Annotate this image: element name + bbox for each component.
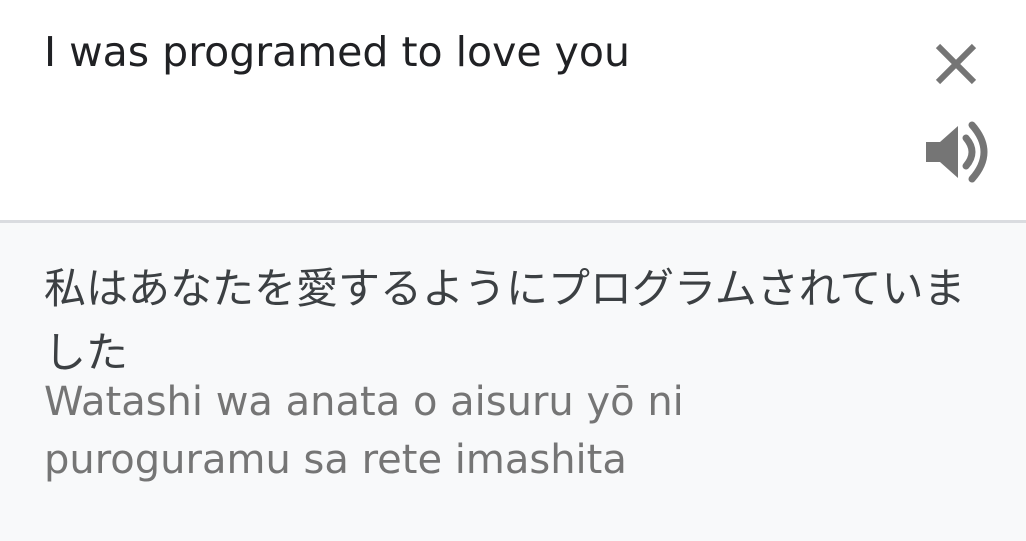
translation-text: 私はあなたを愛するようにプログラムされていました xyxy=(44,264,966,377)
speaker-icon xyxy=(926,121,988,183)
romanization-text: Watashi wa anata o aisuru yō ni purogura… xyxy=(44,379,684,483)
source-text[interactable]: I was programed to love you xyxy=(44,26,904,78)
translate-card: I was programed to love you 私はあなたを愛するように… xyxy=(0,0,1026,541)
listen-button[interactable] xyxy=(920,118,992,186)
translation-panel: 私はあなたを愛するようにプログラムされていました Watashi wa anat… xyxy=(0,223,1026,541)
close-icon xyxy=(935,43,977,85)
clear-button[interactable] xyxy=(928,36,984,92)
source-panel: I was programed to love you xyxy=(0,0,1026,221)
